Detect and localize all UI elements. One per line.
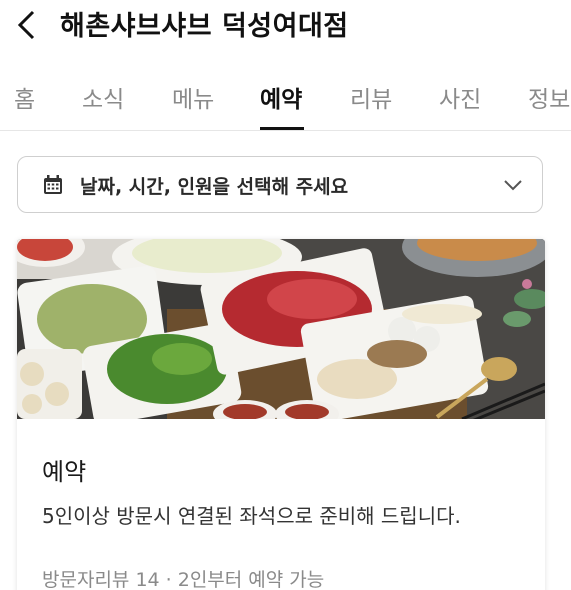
active-tab-indicator [260,127,304,130]
calendar-icon [44,175,62,194]
date-time-people-selector[interactable]: 날짜, 시간, 인원을 선택해 주세요 [17,156,543,213]
back-button[interactable] [10,8,44,42]
tab-reservation[interactable]: 예약 [260,80,302,114]
shabu-shabu-food-photo [17,239,545,419]
page-title: 해촌샤브샤브 덕성여대점 [60,11,349,42]
tab-reviews[interactable]: 리뷰 [350,80,392,114]
page: 해촌샤브샤브 덕성여대점 홈 소식 메뉴 예약 리뷰 사진 정보 날짜, 시간,… [0,0,571,590]
tab-info[interactable]: 정보 [528,80,570,114]
chevron-down-icon [504,180,522,191]
tab-home[interactable]: 홈 [14,80,35,114]
date-select-label: 날짜, 시간, 인원을 선택해 주세요 [80,176,349,198]
reservation-card[interactable]: 예약 5인이상 방문시 연결된 좌석으로 준비해 드립니다. 방문자리뷰 14 … [17,239,545,590]
tab-news[interactable]: 소식 [82,80,124,114]
tab-menu[interactable]: 메뉴 [172,80,214,114]
header: 해촌샤브샤브 덕성여대점 [0,0,571,50]
chevron-left-icon [17,10,35,40]
tab-bar: 홈 소식 메뉴 예약 리뷰 사진 정보 [0,72,571,131]
card-description: 5인이상 방문시 연결된 좌석으로 준비해 드립니다. [42,504,461,528]
card-title: 예약 [42,458,87,486]
card-meta: 방문자리뷰 14 · 2인부터 예약 가능 [42,569,325,590]
tab-photos[interactable]: 사진 [439,80,481,114]
